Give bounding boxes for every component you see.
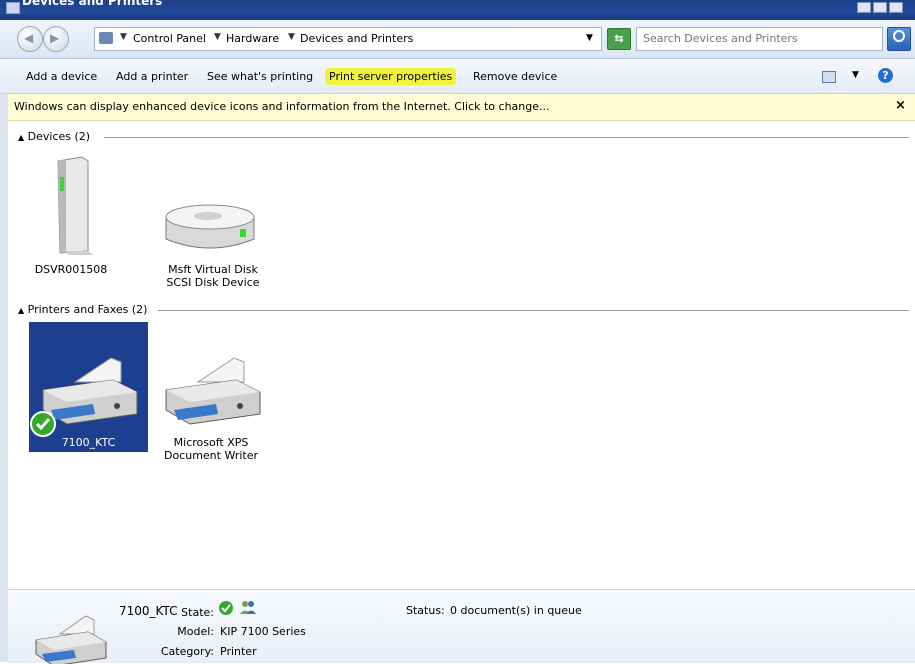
see-whats-printing-button[interactable]: See what's printing	[203, 68, 317, 85]
search-button[interactable]	[887, 27, 911, 51]
computer-icon	[57, 156, 94, 255]
printer-label: 7100_KTC	[61, 436, 116, 449]
device-item-computer[interactable]: DSVR001508	[28, 151, 114, 281]
window-icon	[6, 2, 20, 14]
back-button[interactable]: ◀	[17, 26, 43, 52]
control-panel-icon	[99, 32, 113, 44]
refresh-button[interactable]: ⇆	[607, 28, 631, 50]
maximize-button[interactable]	[873, 2, 887, 13]
state-ok-icon	[219, 601, 233, 615]
status-label: Status:	[406, 604, 445, 617]
default-printer-check-icon	[30, 411, 56, 437]
address-dropdown-icon[interactable]: ▼	[586, 33, 593, 43]
search-box[interactable]	[636, 27, 883, 51]
device-item-disk[interactable]: Msft Virtual Disk SCSI Disk Device	[150, 151, 276, 291]
printer-item-xps[interactable]: Microsoft XPS Document Writer	[152, 322, 270, 462]
device-list: ▲ Devices (2) DSVR001508 Msft Virtual Di…	[8, 121, 915, 589]
forward-button[interactable]: ▶	[43, 26, 69, 52]
address-toolbar: ◀ ▶ ▼ Control Panel ▼ Hardware ▼ Devices…	[0, 20, 915, 59]
close-icon[interactable]: ×	[895, 98, 906, 113]
breadcrumb-arrow-icon[interactable]: ▼	[214, 32, 221, 42]
breadcrumb-arrow-icon[interactable]: ▼	[288, 32, 295, 42]
window-title: Devices and Printers	[22, 0, 163, 8]
breadcrumb-devices-and-printers[interactable]: Devices and Printers	[300, 32, 413, 45]
group-divider	[158, 310, 909, 311]
search-icon	[893, 30, 905, 42]
minimize-button[interactable]	[857, 2, 871, 13]
forward-arrow-icon: ▶	[50, 31, 60, 45]
device-label-line2: SCSI Disk Device	[166, 276, 260, 289]
title-bar: Devices and Printers	[0, 0, 915, 20]
printers-group-header[interactable]: ▲ Printers and Faxes (2)	[18, 303, 147, 316]
print-server-properties-button[interactable]: Print server properties	[325, 68, 457, 85]
view-dropdown-icon[interactable]: ▼	[852, 70, 859, 80]
collapse-arrow-icon[interactable]: ▲	[18, 133, 24, 142]
info-bar[interactable]: Windows can display enhanced device icon…	[8, 94, 915, 121]
printer-label-line2: Document Writer	[163, 449, 259, 462]
printer-label: Microsoft XPS	[173, 436, 249, 449]
devices-group-label: Devices (2)	[27, 130, 91, 143]
disk-drive-icon	[165, 204, 255, 249]
window-frame-left	[0, 58, 8, 662]
info-bar-text[interactable]: Windows can display enhanced device icon…	[14, 100, 550, 113]
breadcrumb-control-panel[interactable]: Control Panel	[133, 32, 206, 45]
printer-item-7100-ktc[interactable]: 7100_KTC	[29, 322, 148, 452]
close-button[interactable]	[889, 2, 903, 13]
status-value: 0 document(s) in queue	[450, 604, 582, 617]
breadcrumb-hardware[interactable]: Hardware	[226, 32, 279, 45]
device-label: DSVR001508	[34, 263, 108, 276]
breadcrumb-arrow-icon[interactable]: ▼	[120, 32, 127, 42]
shared-users-icon	[240, 601, 256, 614]
category-label: Category:	[160, 645, 214, 658]
change-view-icon[interactable]	[822, 71, 836, 83]
remove-device-button[interactable]: Remove device	[469, 68, 561, 85]
window-controls	[857, 2, 903, 13]
state-label: State:	[181, 606, 214, 619]
printers-group-label: Printers and Faxes (2)	[27, 303, 148, 316]
printer-icon	[35, 615, 107, 664]
add-device-button[interactable]: Add a device	[22, 68, 101, 85]
back-arrow-icon: ◀	[24, 31, 34, 45]
search-input[interactable]	[637, 28, 879, 48]
category-value: Printer	[220, 645, 257, 658]
command-bar: Add a device Add a printer See what's pr…	[0, 59, 915, 94]
model-label: Model:	[177, 625, 214, 638]
device-label: Msft Virtual Disk	[168, 263, 258, 276]
add-printer-button[interactable]: Add a printer	[112, 68, 192, 85]
group-divider	[104, 137, 909, 138]
help-icon[interactable]: ?	[878, 68, 893, 83]
details-pane: 7100_KTC State: Model: KIP 7100 Series C…	[8, 589, 915, 664]
devices-group-header[interactable]: ▲ Devices (2)	[18, 130, 90, 143]
printer-icon	[165, 357, 261, 425]
collapse-arrow-icon[interactable]: ▲	[18, 306, 24, 315]
address-bar[interactable]: ▼ Control Panel ▼ Hardware ▼ Devices and…	[94, 27, 602, 51]
model-value: KIP 7100 Series	[220, 625, 306, 638]
